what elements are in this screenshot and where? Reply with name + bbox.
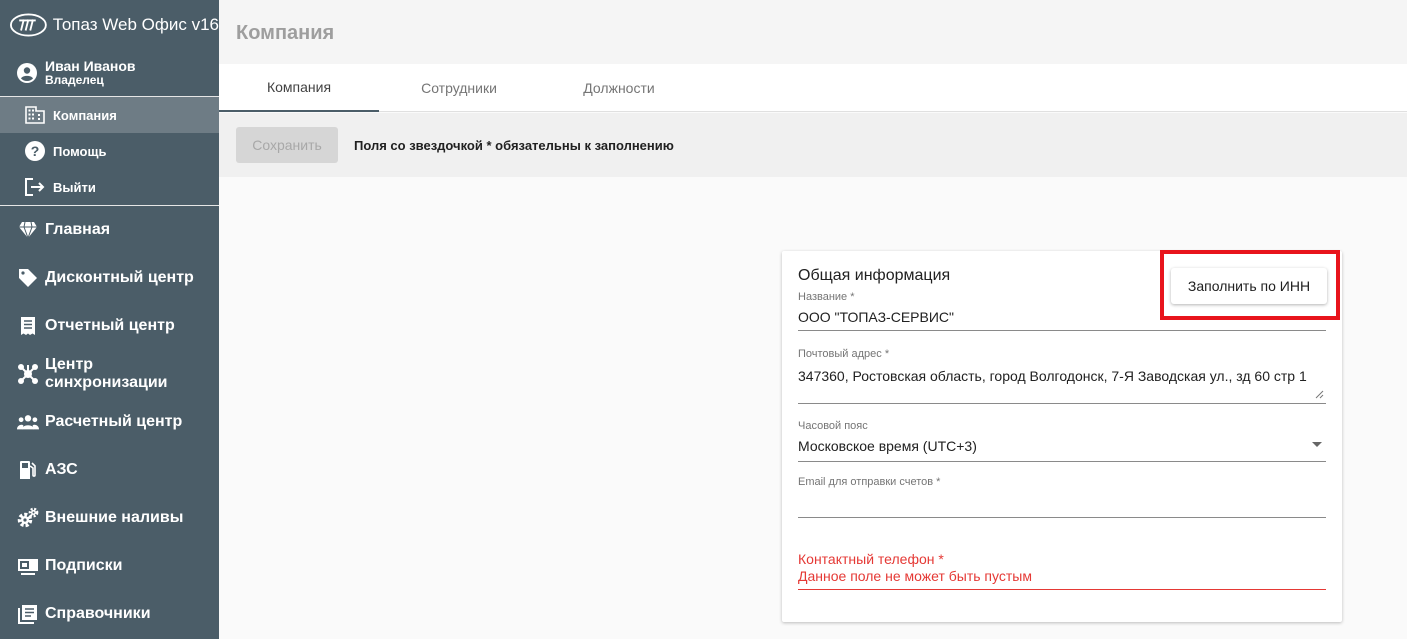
- menu-item-external-loading[interactable]: Внешние наливы: [0, 494, 219, 542]
- invoice-email-field[interactable]: Email для отправки счетов *: [798, 476, 1326, 518]
- user-name: Иван Иванов: [45, 58, 136, 74]
- tab-company[interactable]: Компания: [219, 64, 379, 112]
- tab-employees[interactable]: Сотрудники: [379, 64, 539, 112]
- menu-item-report-center[interactable]: Отчетный центр: [0, 302, 219, 350]
- general-info-card: Общая информация Заполнить по ИНН Назван…: [782, 250, 1342, 622]
- save-button[interactable]: Сохранить: [236, 127, 338, 163]
- menu-item-label: Центр синхронизации: [45, 356, 168, 391]
- field-label: Почтовый адрес *: [798, 348, 890, 360]
- menu-item-discount-center[interactable]: Дисконтный центр: [0, 254, 219, 302]
- field-underline: [798, 589, 1326, 590]
- building-icon: [24, 104, 46, 126]
- menu-item-label: Отчетный центр: [45, 317, 175, 334]
- sub-item-label: Компания: [53, 107, 117, 123]
- users-icon: [17, 411, 39, 433]
- menu-item-references[interactable]: Справочники: [0, 590, 219, 638]
- user-role: Владелец: [45, 73, 104, 87]
- menu-item-label: Дисконтный центр: [45, 269, 194, 286]
- card-title: Общая информация: [798, 267, 951, 284]
- menu-item-subscriptions[interactable]: Подписки: [0, 542, 219, 590]
- receipt-icon: [17, 315, 39, 337]
- subscription-icon: [17, 555, 39, 577]
- resize-handle-icon[interactable]: [1315, 390, 1324, 399]
- sync-hub-icon: [17, 363, 39, 385]
- field-label: Контактный телефон *: [798, 551, 944, 567]
- contact-phone-field[interactable]: Контактный телефон * Данное поле не може…: [798, 551, 1326, 591]
- menu-item-label: Справочники: [45, 605, 151, 622]
- app-title: Топаз Web Офис v16: [52, 15, 219, 34]
- field-label: Email для отправки счетов *: [798, 476, 941, 488]
- company-name-field[interactable]: Название * ООО "ТОПАЗ-СЕРВИС": [798, 291, 1326, 331]
- menu-item-sync-center[interactable]: Центр синхронизации: [0, 350, 219, 398]
- toolbar: Сохранить Поля со звездочкой * обязатель…: [219, 113, 1407, 177]
- sub-item-label: Помощь: [53, 143, 107, 159]
- help-icon: ?: [24, 140, 46, 162]
- sidebar: Топаз Web Офис v16 Иван Иванов Владелец …: [0, 0, 219, 639]
- field-error-message: Данное поле не может быть пустым: [798, 568, 1032, 584]
- field-label: Часовой пояс: [798, 420, 868, 432]
- sub-item-label: Выйти: [53, 179, 96, 195]
- svg-text:?: ?: [31, 143, 40, 159]
- menu-item-label: Расчетный центр: [45, 413, 183, 430]
- logout-icon: [24, 176, 46, 198]
- field-underline: [798, 461, 1326, 462]
- user-sub-menu: Компания ? Помощь Выйти: [0, 96, 219, 206]
- field-underline: [798, 517, 1326, 518]
- menu-item-gas-station[interactable]: АЗС: [0, 446, 219, 494]
- tab-positions[interactable]: Должности: [539, 64, 699, 112]
- menu-item-label: АЗС: [45, 461, 78, 478]
- field-label: Название *: [798, 291, 855, 303]
- brand[interactable]: Топаз Web Офис v16: [0, 0, 219, 50]
- sub-item-company[interactable]: Компания: [0, 97, 219, 133]
- page-title: Компания: [236, 22, 335, 44]
- field-underline: [798, 403, 1326, 404]
- gas-pump-icon: [17, 459, 39, 481]
- tag-icon: [17, 267, 39, 289]
- diamond-icon: [17, 219, 39, 241]
- sub-item-help[interactable]: ? Помощь: [0, 133, 219, 169]
- page-header: Компания: [219, 0, 1407, 64]
- company-name-input[interactable]: ООО "ТОПАЗ-СЕРВИС": [798, 309, 1326, 325]
- menu-item-label: Внешние наливы: [45, 509, 184, 526]
- menu-item-billing-center[interactable]: Расчетный центр: [0, 398, 219, 446]
- menu-item-label: Главная: [45, 221, 111, 238]
- user-profile[interactable]: Иван Иванов Владелец: [0, 50, 219, 96]
- menu-item-main[interactable]: Главная: [0, 206, 219, 254]
- menu-item-label: Подписки: [45, 557, 123, 574]
- sub-item-logout[interactable]: Выйти: [0, 169, 219, 205]
- postal-address-field[interactable]: Почтовый адрес * 347360, Ростовская обла…: [798, 348, 1326, 404]
- book-icon: [17, 603, 39, 625]
- chevron-down-icon[interactable]: [1312, 442, 1322, 447]
- field-underline: [798, 330, 1326, 331]
- gears-icon: [17, 507, 39, 529]
- required-fields-hint: Поля со звездочкой * обязательны к запол…: [354, 137, 674, 153]
- main-menu: Главная Дисконтный центр Отчетный центр …: [0, 206, 219, 638]
- postal-address-textarea[interactable]: 347360, Ростовская область, город Волгод…: [798, 368, 1326, 384]
- tab-bar: Компания Сотрудники Должности: [219, 64, 1407, 112]
- timezone-value: Московское время (UTC+3): [798, 438, 977, 454]
- account-circle-icon: [17, 63, 37, 83]
- topaz-logo-icon: [10, 13, 47, 37]
- timezone-select[interactable]: Часовой пояс Московское время (UTC+3): [798, 420, 1326, 462]
